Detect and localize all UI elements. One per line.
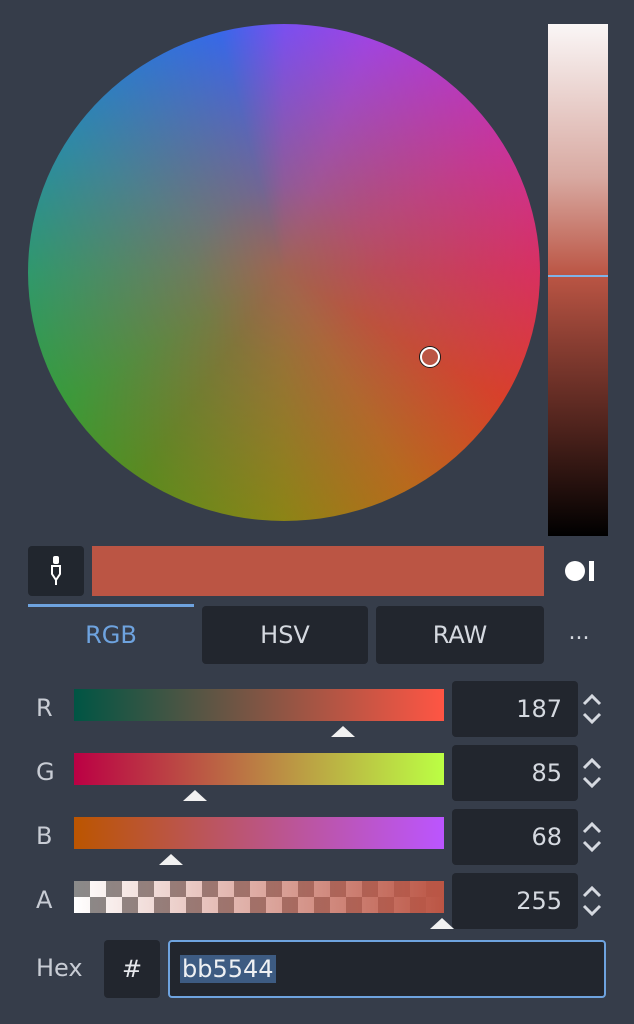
channel-b-spin-icon[interactable] [580, 820, 604, 854]
color-wheel-cursor[interactable] [420, 347, 440, 367]
channel-r-value[interactable]: 187 [452, 681, 578, 737]
hex-hash-button[interactable]: # [104, 940, 160, 998]
channel-g-slider[interactable] [74, 753, 444, 785]
tab-rgb[interactable]: RGB [28, 606, 194, 664]
channel-b-label: B [36, 822, 53, 850]
channel-a-slider[interactable] [74, 881, 444, 913]
value-slider-marker[interactable] [548, 275, 608, 277]
more-options-button[interactable]: ... [558, 620, 600, 650]
sample-toggle-icon [565, 561, 594, 581]
tab-hsv[interactable]: HSV [202, 606, 368, 664]
channel-g-label: G [36, 758, 55, 786]
channel-r-label: R [36, 694, 53, 722]
channel-g-spin-icon[interactable] [580, 756, 604, 790]
channel-g-grabber[interactable] [183, 790, 208, 801]
color-picker-button[interactable] [28, 546, 84, 596]
channel-r-grabber[interactable] [331, 726, 356, 737]
channel-b-grabber[interactable] [158, 854, 183, 865]
channel-r-spin-icon[interactable] [580, 692, 604, 726]
tab-raw[interactable]: RAW [376, 606, 544, 664]
channel-a-grabber[interactable] [430, 918, 454, 929]
color-preview [92, 546, 544, 596]
value-slider[interactable] [548, 24, 608, 536]
channel-a-label: A [36, 886, 53, 914]
eyedropper-icon [51, 556, 61, 585]
hex-input-value: bb5544 [180, 955, 276, 983]
channel-r-slider[interactable] [74, 689, 444, 721]
hex-label: Hex [36, 954, 83, 982]
color-wheel[interactable] [28, 24, 540, 521]
channel-b-slider[interactable] [74, 817, 444, 849]
hex-input[interactable]: bb5544 [168, 940, 606, 998]
channel-g-value[interactable]: 85 [452, 745, 578, 801]
channel-a-value[interactable]: 255 [452, 873, 578, 929]
channel-a-spin-icon[interactable] [580, 884, 604, 918]
channel-b-value[interactable]: 68 [452, 809, 578, 865]
sample-toggle-button[interactable] [562, 558, 598, 584]
